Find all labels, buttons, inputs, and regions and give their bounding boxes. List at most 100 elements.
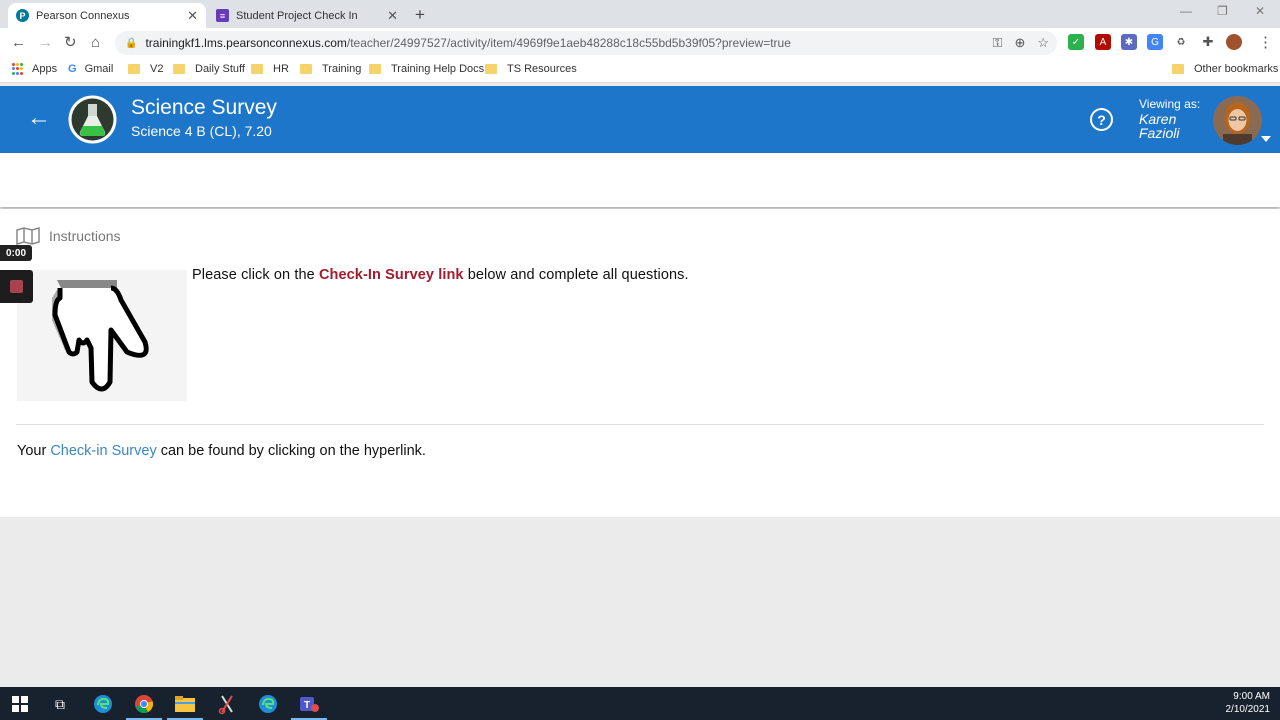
- recycle-extension-icon[interactable]: ♻: [1173, 34, 1189, 50]
- translate-extension-icon[interactable]: G: [1147, 34, 1163, 50]
- recording-timer: 0:00: [0, 245, 32, 261]
- pointing-hand-icon: [52, 280, 149, 392]
- bookmark-training-help-docs[interactable]: Training Help Docs: [369, 63, 484, 75]
- url-path: /teacher/24997527/activity/item/4969f9e1…: [346, 36, 791, 50]
- bookmark-label: Daily Stuff: [195, 63, 245, 75]
- svg-text:T: T: [304, 700, 310, 711]
- viewing-as-name: Karen Fazioli: [1139, 111, 1180, 141]
- avatar[interactable]: [1213, 96, 1262, 145]
- pearson-icon: P: [16, 9, 29, 22]
- pdf-extension-icon[interactable]: A: [1095, 34, 1111, 50]
- content-top-bar: [0, 153, 1280, 207]
- section-label: Instructions: [49, 228, 121, 244]
- folder-icon: [369, 64, 381, 74]
- lock-icon: 🔒: [125, 37, 138, 49]
- browser-tab-strip: P Pearson Connexus ✕ ≡ Student Project C…: [0, 0, 1280, 28]
- folder-icon: [300, 64, 312, 74]
- key-icon[interactable]: ⚿: [993, 35, 1003, 51]
- bookmark-daily-stuff[interactable]: Daily Stuff: [173, 63, 245, 75]
- viewing-as-label: Viewing as:: [1139, 97, 1201, 111]
- menu-kebab-icon[interactable]: ⋮: [1258, 34, 1273, 52]
- instruction-text: Please click on the Check-In Survey link…: [192, 267, 689, 283]
- page-title: Science Survey: [131, 96, 277, 119]
- map-icon: [16, 227, 40, 245]
- check-in-survey-link-text: Check-In Survey link: [318, 267, 464, 283]
- course-avatar: [68, 95, 117, 144]
- system-clock[interactable]: 9:00 AM 2/10/2021: [1226, 690, 1271, 716]
- edge-icon[interactable]: [92, 693, 114, 715]
- stop-recording-button[interactable]: [0, 270, 33, 303]
- back-arrow-icon[interactable]: ←: [27, 106, 51, 130]
- instruction-text-start: Please click on the: [192, 267, 319, 283]
- folder-icon: [485, 64, 497, 74]
- extensions-puzzle-icon[interactable]: ✚: [1200, 34, 1216, 50]
- folder-icon: [173, 64, 185, 74]
- bookmark-label: Training: [322, 63, 362, 75]
- bookmark-label: Gmail: [84, 63, 114, 75]
- course-subtitle: Science 4 B (CL), 7.20: [131, 123, 272, 139]
- bookmark-v2[interactable]: V2: [128, 63, 163, 75]
- close-window-button[interactable]: ✕: [1255, 4, 1265, 18]
- forward-button[interactable]: →: [38, 34, 53, 52]
- home-button[interactable]: ⌂: [91, 34, 100, 52]
- app-header: ← Science Survey Science 4 B (CL), 7.20 …: [0, 86, 1280, 153]
- stop-icon: [10, 280, 23, 293]
- new-tab-button[interactable]: +: [415, 5, 425, 25]
- bookmark-apps[interactable]: Apps: [12, 63, 57, 75]
- folder-icon: [1172, 64, 1184, 74]
- google-icon: G: [68, 63, 77, 75]
- bookmark-hr[interactable]: HR: [251, 63, 289, 75]
- teams-icon[interactable]: T: [298, 693, 320, 715]
- close-tab-icon[interactable]: ✕: [387, 8, 398, 24]
- file-explorer-icon[interactable]: [174, 693, 196, 715]
- snipping-tool-icon[interactable]: [216, 693, 238, 715]
- chevron-down-icon[interactable]: [1261, 136, 1271, 142]
- clock-date: 2/10/2021: [1225, 704, 1271, 715]
- bookmark-other[interactable]: Other bookmarks: [1172, 63, 1278, 75]
- folder-icon: [128, 64, 140, 74]
- bookmark-label: V2: [150, 63, 164, 75]
- folder-icon: [251, 64, 263, 74]
- tab-title: Pearson Connexus: [36, 9, 130, 22]
- windows-start-icon[interactable]: [9, 693, 31, 715]
- minimize-button[interactable]: —: [1180, 4, 1192, 18]
- help-icon[interactable]: ?: [1090, 108, 1113, 131]
- survey-text: Your Check-in Survey can be found by cli…: [17, 443, 426, 459]
- extension-icon[interactable]: ✱: [1121, 34, 1137, 50]
- activity-content: Instructions Please click on the Check-I…: [0, 209, 1280, 517]
- bookmark-label: Other bookmarks: [1194, 63, 1279, 75]
- close-tab-icon[interactable]: ✕: [187, 8, 198, 24]
- tab-title: Student Project Check In: [236, 9, 358, 22]
- instructions-heading: Instructions: [16, 227, 121, 245]
- bookmark-label: Apps: [32, 63, 58, 75]
- address-bar[interactable]: 🔒 trainingkf1.lms.pearsonconnexus.com/te…: [115, 31, 1057, 55]
- chrome-icon[interactable]: [133, 693, 155, 715]
- tab-pearson-connexus[interactable]: P Pearson Connexus ✕: [8, 3, 206, 28]
- forms-icon: ≡: [216, 9, 229, 22]
- restore-button[interactable]: ❐: [1217, 4, 1228, 18]
- bookmark-label: HR: [273, 63, 289, 75]
- bookmark-star-icon[interactable]: ☆: [1037, 35, 1049, 51]
- extension-icon[interactable]: ✓: [1068, 34, 1084, 50]
- apps-grid-icon: [12, 63, 24, 75]
- reload-button[interactable]: ↻: [64, 34, 77, 52]
- clock-time: 9:00 AM: [1233, 691, 1270, 702]
- bookmark-training[interactable]: Training: [300, 63, 361, 75]
- bookmark-ts-resources[interactable]: TS Resources: [485, 63, 577, 75]
- browser-toolbar: ← → ↻ ⌂ 🔒 trainingkf1.lms.pearsonconnexu…: [0, 28, 1280, 58]
- bookmarks-bar: Apps G Gmail V2 Daily Stuff HR Training …: [0, 58, 1280, 83]
- survey-text-end: can be found by clicking on the hyperlin…: [156, 443, 426, 459]
- bookmark-gmail[interactable]: G Gmail: [68, 63, 113, 75]
- survey-text-start: Your: [17, 443, 51, 459]
- task-view-icon[interactable]: ⧉: [49, 693, 71, 715]
- url-host: trainingkf1.lms.pearsonconnexus.com: [145, 36, 347, 50]
- edge-icon[interactable]: [257, 693, 279, 715]
- check-in-survey-link[interactable]: Check-in Survey: [50, 443, 156, 459]
- bookmark-label: Training Help Docs: [391, 63, 485, 75]
- divider: [16, 424, 1264, 425]
- profile-avatar-icon[interactable]: [1226, 34, 1242, 50]
- zoom-icon[interactable]: ⊕: [1014, 35, 1025, 51]
- tab-student-project-check-in[interactable]: ≡ Student Project Check In ✕: [208, 3, 406, 28]
- back-button[interactable]: ←: [11, 34, 26, 52]
- instruction-text-end: below and complete all questions.: [463, 267, 689, 283]
